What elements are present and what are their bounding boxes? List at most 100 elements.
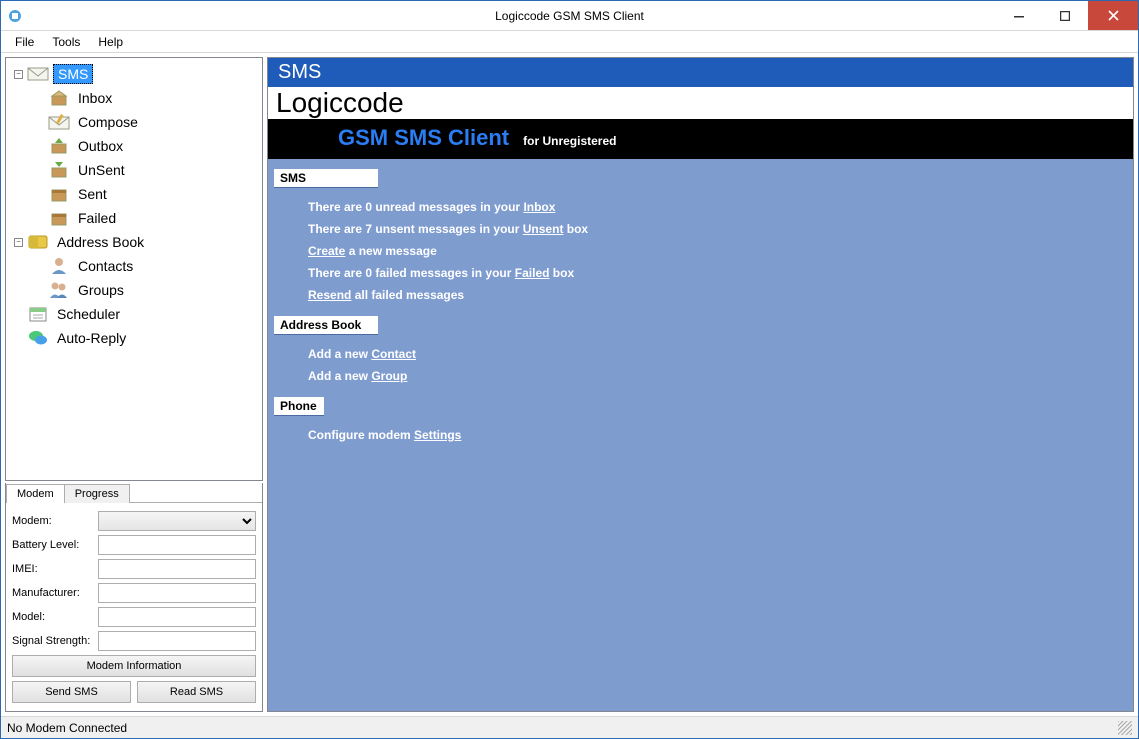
- text: There are 7 unsent messages in your: [308, 222, 523, 236]
- dash-line: There are 0 unread messages in your Inbo…: [274, 196, 1127, 218]
- registration-status: for Unregistered: [523, 134, 616, 148]
- tab-modem[interactable]: Modem: [6, 484, 65, 503]
- send-sms-button[interactable]: Send SMS: [12, 681, 131, 703]
- collapse-icon[interactable]: −: [14, 238, 23, 247]
- product-name: GSM SMS Client: [338, 125, 509, 151]
- tree-compose[interactable]: Compose: [46, 110, 260, 134]
- link-group[interactable]: Group: [371, 369, 407, 383]
- tree-label: Contacts: [74, 257, 137, 275]
- link-settings[interactable]: Settings: [414, 428, 461, 442]
- menu-help[interactable]: Help: [90, 33, 131, 51]
- tab-progress[interactable]: Progress: [64, 484, 130, 503]
- tree-label: Groups: [74, 281, 128, 299]
- tree-label: Inbox: [74, 89, 116, 107]
- text: box: [549, 266, 574, 280]
- box-icon: [48, 208, 70, 228]
- menu-file[interactable]: File: [7, 33, 42, 51]
- dash-line: There are 0 failed messages in your Fail…: [274, 262, 1127, 284]
- calendar-icon: [27, 304, 49, 324]
- link-inbox[interactable]: Inbox: [523, 200, 555, 214]
- product-banner: GSM SMS Client for Unregistered: [268, 119, 1133, 159]
- box-icon: [48, 184, 70, 204]
- tree-sms[interactable]: − SMS: [12, 62, 260, 86]
- dashboard: SMS There are 0 unread messages in your …: [268, 159, 1133, 466]
- minimize-button[interactable]: [996, 1, 1042, 30]
- menu-tools[interactable]: Tools: [44, 33, 88, 51]
- tree-unsent[interactable]: UnSent: [46, 158, 260, 182]
- tree-label: SMS: [53, 64, 93, 84]
- compose-icon: [48, 112, 70, 132]
- collapse-icon[interactable]: −: [14, 70, 23, 79]
- close-button[interactable]: [1088, 1, 1138, 30]
- link-resend[interactable]: Resend: [308, 288, 351, 302]
- text: There are 0 unread messages in your: [308, 200, 523, 214]
- section-title: Phone: [274, 397, 324, 416]
- text: Add a new: [308, 369, 371, 383]
- brand-title: Logiccode: [268, 87, 1133, 119]
- link-contact[interactable]: Contact: [371, 347, 416, 361]
- battery-input[interactable]: [98, 535, 256, 555]
- envelope-icon: [27, 64, 49, 84]
- dash-line: Add a new Contact: [274, 343, 1127, 365]
- tree-label: Outbox: [74, 137, 127, 155]
- text: Configure modem: [308, 428, 414, 442]
- tree-label: Compose: [74, 113, 142, 131]
- link-failed[interactable]: Failed: [515, 266, 550, 280]
- modem-select[interactable]: [98, 511, 256, 531]
- box-down-icon: [48, 160, 70, 180]
- read-sms-button[interactable]: Read SMS: [137, 681, 256, 703]
- tree-addressbook[interactable]: − Address Book: [12, 230, 260, 254]
- battery-label: Battery Level:: [12, 539, 98, 551]
- tree-label: Sent: [74, 185, 111, 203]
- nav-tree[interactable]: − SMS Inbox Compose Outbox: [5, 57, 263, 481]
- panel-header: SMS: [268, 58, 1133, 87]
- imei-input[interactable]: [98, 559, 256, 579]
- bottom-tabs: Modem Progress Modem: Battery Level: IME…: [5, 483, 263, 712]
- signal-input[interactable]: [98, 631, 256, 651]
- content-panel: SMS Logiccode GSM SMS Client for Unregis…: [267, 57, 1134, 712]
- dash-line: Create a new message: [274, 240, 1127, 262]
- window-controls: [996, 1, 1138, 30]
- status-text: No Modem Connected: [7, 721, 127, 735]
- dash-line: Configure modem Settings: [274, 424, 1127, 446]
- app-icon: [7, 8, 23, 24]
- statusbar: No Modem Connected: [1, 716, 1138, 738]
- left-column: − SMS Inbox Compose Outbox: [5, 57, 263, 712]
- manufacturer-input[interactable]: [98, 583, 256, 603]
- text: There are 0 failed messages in your: [308, 266, 515, 280]
- tree-sent[interactable]: Sent: [46, 182, 260, 206]
- dash-line: Add a new Group: [274, 365, 1127, 387]
- tree-scheduler[interactable]: Scheduler: [12, 302, 260, 326]
- tree-failed[interactable]: Failed: [46, 206, 260, 230]
- menubar: File Tools Help: [1, 31, 1138, 53]
- tree-inbox[interactable]: Inbox: [46, 86, 260, 110]
- dash-line: There are 7 unsent messages in your Unse…: [274, 218, 1127, 240]
- modem-tab-body: Modem: Battery Level: IMEI: Manufacturer…: [6, 502, 262, 711]
- text: box: [563, 222, 588, 236]
- model-input[interactable]: [98, 607, 256, 627]
- tree-groups[interactable]: Groups: [46, 278, 260, 302]
- box-open-icon: [48, 88, 70, 108]
- tree-contacts[interactable]: Contacts: [46, 254, 260, 278]
- link-unsent[interactable]: Unsent: [523, 222, 564, 236]
- manufacturer-label: Manufacturer:: [12, 587, 98, 599]
- dash-line: Resend all failed messages: [274, 284, 1127, 306]
- text: all failed messages: [351, 288, 464, 302]
- tree-outbox[interactable]: Outbox: [46, 134, 260, 158]
- tree-label: Address Book: [53, 233, 148, 251]
- chat-icon: [27, 328, 49, 348]
- titlebar: Logiccode GSM SMS Client: [1, 1, 1138, 31]
- resize-grip-icon[interactable]: [1118, 721, 1132, 735]
- maximize-button[interactable]: [1042, 1, 1088, 30]
- tree-label: UnSent: [74, 161, 129, 179]
- signal-label: Signal Strength:: [12, 635, 98, 647]
- app-window: Logiccode GSM SMS Client File Tools Help…: [0, 0, 1139, 739]
- tree-autoreply[interactable]: Auto-Reply: [12, 326, 260, 350]
- section-sms: SMS There are 0 unread messages in your …: [274, 169, 1127, 306]
- link-create[interactable]: Create: [308, 244, 345, 258]
- tree-label: Failed: [74, 209, 120, 227]
- tree-label: Auto-Reply: [53, 329, 130, 347]
- text: a new message: [345, 244, 436, 258]
- book-icon: [27, 232, 49, 252]
- modem-info-button[interactable]: Modem Information: [12, 655, 256, 677]
